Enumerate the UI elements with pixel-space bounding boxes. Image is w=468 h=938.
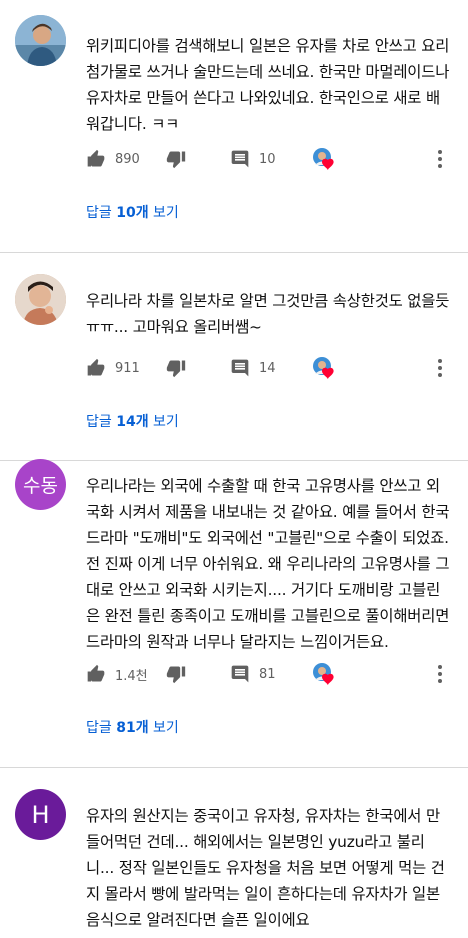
comment-actions: 890 10 [86,145,456,173]
reply-count: 10 [259,151,276,167]
replies-prefix: 답글 [86,414,117,430]
view-replies-link[interactable]: 답글 81개 보기 [86,717,179,737]
comment-actions: 1.4천 81 [86,660,456,688]
comment-text: 우리나라는 외국에 수출할 때 한국 고유명사를 안쓰고 외국화 시켜서 제품을… [86,477,450,651]
comment-text: 우리나라 차를 일본차로 알면 그것만큼 속상한것도 없을듯 ㅠㅠ... 고마워… [86,292,450,336]
comment-actions: 911 14 [86,354,456,382]
more-options-icon[interactable] [438,664,442,684]
dislike-button[interactable] [166,145,186,173]
like-button[interactable]: 1.4천 [86,660,148,688]
reply-button[interactable]: 10 [230,145,276,173]
user-avatar[interactable]: H [15,789,66,840]
creator-heart-badge [312,662,336,686]
comment-icon [231,665,249,683]
more-options-icon[interactable] [438,358,442,378]
creator-heart-icon [313,663,334,685]
replies-suffix: 보기 [148,205,179,221]
thumbs-down-icon [166,666,186,684]
replies-suffix: 보기 [148,414,179,430]
reply-button[interactable]: 81 [230,660,276,688]
replies-suffix: 보기 [148,720,179,736]
creator-heart-badge [312,147,336,171]
comment-divider [0,460,468,461]
avatar-initials: H [31,800,50,829]
thumbs-up-icon [87,664,105,682]
like-count: 890 [115,151,140,167]
replies-number: 14개 [116,414,149,430]
comment-text: 위키피디아를 검색해보니 일본은 유자를 차로 안쓰고 요리첨가물로 쓰거나 술… [86,37,450,133]
comment-divider [0,767,468,768]
reply-button[interactable]: 14 [230,354,276,382]
avatar-photo-icon [15,15,66,66]
user-avatar[interactable] [15,15,66,66]
dislike-button[interactable] [166,354,186,382]
like-button[interactable]: 890 [86,145,140,173]
comment-divider [0,252,468,253]
user-avatar[interactable]: 수동 [15,459,66,510]
avatar-photo-icon [15,274,66,325]
creator-heart-icon [313,357,334,379]
thumbs-down-icon [166,360,186,378]
like-button[interactable]: 911 [86,354,140,382]
view-replies-link[interactable]: 답글 10개 보기 [86,202,179,222]
replies-number: 10개 [116,205,149,221]
comment-icon [231,150,249,168]
like-count: 1.4천 [115,668,148,684]
thumbs-down-icon [166,151,186,169]
user-avatar[interactable] [15,274,66,325]
replies-number: 81개 [116,720,149,736]
avatar-initials: 수동 [23,475,58,497]
reply-count: 81 [259,666,276,682]
creator-heart-badge [312,356,336,380]
like-count: 911 [115,360,140,376]
comment-text: 유자의 원산지는 중국이고 유자청, 유자차는 한국에서 만들어먹던 건데...… [86,807,445,929]
creator-heart-icon [313,148,334,170]
view-replies-link[interactable]: 답글 14개 보기 [86,411,179,431]
dislike-button[interactable] [166,660,186,688]
replies-prefix: 답글 [86,205,117,221]
replies-prefix: 답글 [86,720,117,736]
more-options-icon[interactable] [438,149,442,169]
thumbs-up-icon [87,149,105,167]
thumbs-up-icon [87,358,105,376]
reply-count: 14 [259,360,276,376]
comment-icon [231,359,249,377]
